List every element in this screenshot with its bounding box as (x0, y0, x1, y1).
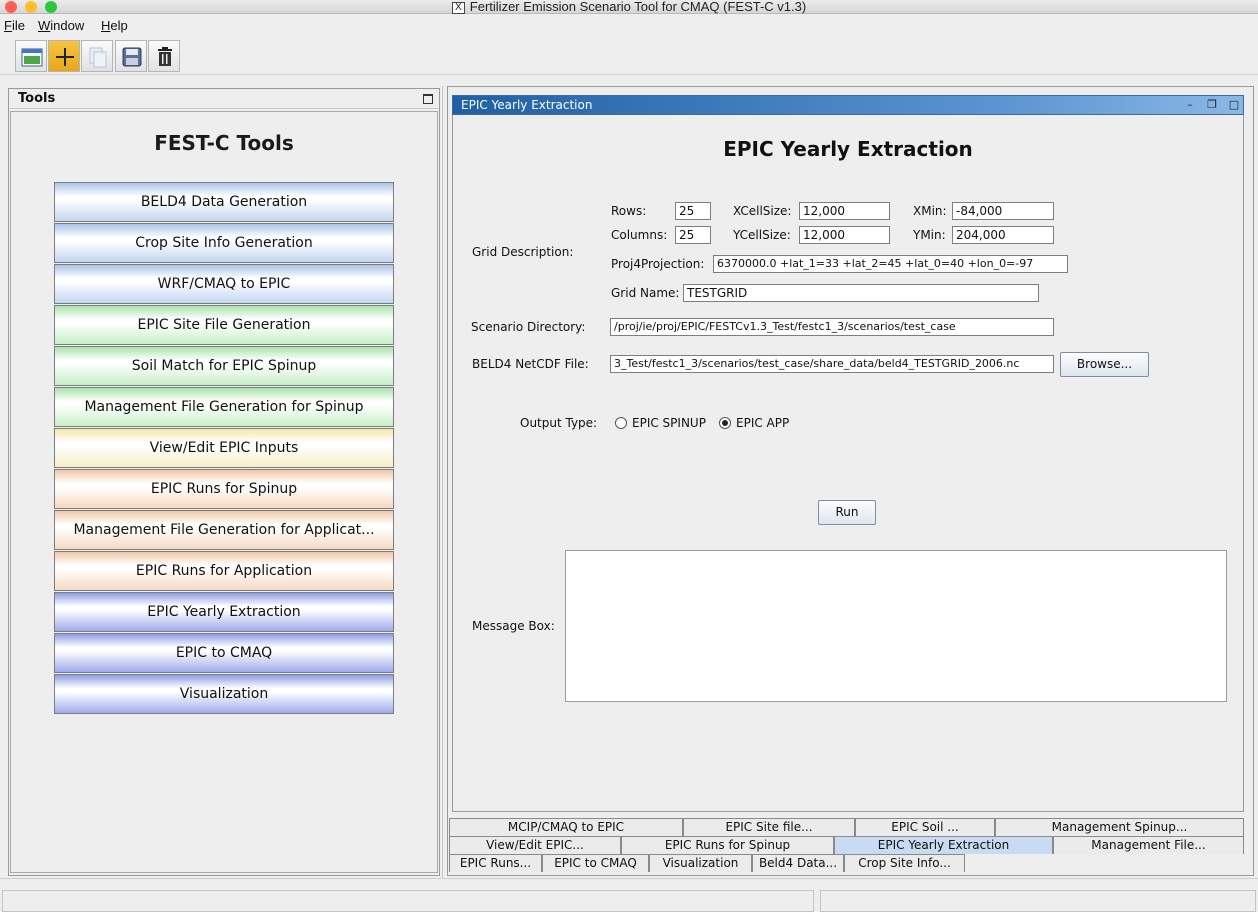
tool-button-epic-yearly-extraction[interactable]: EPIC Yearly Extraction (54, 592, 394, 632)
status-bar-border (0, 878, 1258, 879)
tool-button-wrf-cmaq-to-epic[interactable]: WRF/CMAQ to EPIC (54, 264, 394, 304)
radio-epic-app[interactable] (719, 417, 731, 429)
trash-icon (158, 47, 172, 66)
ycellsize-label: YCellSize: (733, 228, 791, 242)
app-icon: X (451, 1, 465, 14)
save-button[interactable] (115, 40, 147, 72)
internal-frame-title-bar: EPIC Yearly Extraction – ❐ □ (452, 95, 1244, 115)
tool-button-visualization[interactable]: Visualization (54, 674, 394, 714)
tool-button-epic-to-cmaq[interactable]: EPIC to CMAQ (54, 633, 394, 673)
output-type-label: Output Type: (520, 416, 598, 430)
tool-button-crop-site-info-generation[interactable]: Crop Site Info Generation (54, 223, 394, 263)
xmin-label: XMin: (913, 204, 947, 218)
radio-epic-app-label[interactable]: EPIC APP (736, 416, 789, 430)
ymin-field[interactable]: 204,000 (952, 226, 1054, 244)
tools-panel-title: Tools (18, 91, 56, 106)
delete-button[interactable] (148, 40, 180, 72)
radio-epic-spinup-label[interactable]: EPIC SPINUP (632, 416, 706, 430)
tool-button-beld4-data-generation[interactable]: BELD4 Data Generation (54, 182, 394, 222)
tool-button-epic-site-file-generation[interactable]: EPIC Site File Generation (54, 305, 394, 345)
tab-epic-runs-for-spinup[interactable]: EPIC Runs for Spinup (621, 836, 834, 854)
tools-heading: FEST-C Tools (154, 131, 294, 155)
scenario-directory-label: Scenario Directory: (471, 320, 586, 334)
copy-button[interactable] (81, 40, 113, 72)
radio-epic-spinup[interactable] (615, 417, 627, 429)
minimize-icon[interactable]: – (1183, 99, 1197, 112)
tab-mcip-cmaq-to-epic[interactable]: MCIP/CMAQ to EPIC (449, 818, 683, 836)
grid-name-field[interactable]: TESTGRID (683, 284, 1039, 302)
tab-management-spinup[interactable]: Management Spinup... (995, 818, 1244, 836)
tool-button-view-edit-epic-inputs[interactable]: View/Edit EPIC Inputs (54, 428, 394, 468)
restore-icon[interactable]: ❐ (1205, 99, 1219, 112)
open-icon (21, 48, 43, 67)
ycellsize-field[interactable]: 12,000 (799, 226, 890, 244)
window-title-bar: X Fertilizer Emission Scenario Tool for C… (0, 0, 1258, 14)
copy-icon (89, 47, 107, 68)
tool-button-management-file-generation-for-spinup[interactable]: Management File Generation for Spinup (54, 387, 394, 427)
xcellsize-label: XCellSize: (733, 204, 792, 218)
window-title-text: Fertilizer Emission Scenario Tool for CM… (469, 0, 807, 14)
message-box-label: Message Box: (472, 619, 555, 633)
browse-button[interactable]: Browse... (1060, 352, 1149, 377)
xmin-field[interactable]: -84,000 (952, 202, 1054, 220)
window-title: X Fertilizer Emission Scenario Tool for C… (0, 0, 1258, 14)
tab-view-edit-epic[interactable]: View/Edit EPIC... (449, 836, 621, 854)
save-icon (122, 47, 142, 67)
tools-panel-header: Tools (9, 89, 439, 109)
columns-label: Columns: (611, 228, 668, 242)
beld4-file-field[interactable]: 3_Test/festc1_3/scenarios/test_case/shar… (610, 355, 1054, 373)
tab-crop-site-info[interactable]: Crop Site Info... (844, 854, 965, 872)
internal-frame-title: EPIC Yearly Extraction (461, 98, 593, 112)
menu-file[interactable]: File (4, 18, 25, 33)
tab-management-file[interactable]: Management File... (1053, 836, 1244, 854)
tab-epic-site-file[interactable]: EPIC Site file... (683, 818, 855, 836)
tab-epic-to-cmaq[interactable]: EPIC to CMAQ (542, 854, 649, 872)
grid-description-label: Grid Description: (472, 245, 574, 259)
open-button[interactable] (15, 40, 47, 72)
grid-name-label: Grid Name: (611, 286, 680, 300)
tab-epic-yearly-extraction[interactable]: EPIC Yearly Extraction (834, 836, 1053, 854)
rows-label: Rows: (611, 204, 647, 218)
beld4-file-label: BELD4 NetCDF File: (472, 357, 589, 371)
scenario-directory-field[interactable]: /proj/ie/proj/EPIC/FESTCv1.3_Test/festc1… (610, 318, 1054, 336)
maximize-icon[interactable] (423, 94, 433, 104)
maximize-frame-icon[interactable]: □ (1227, 99, 1241, 112)
columns-field[interactable]: 25 (675, 226, 711, 244)
rows-field[interactable]: 25 (675, 202, 711, 220)
xcellsize-field[interactable]: 12,000 (799, 202, 890, 220)
tool-button-soil-match-for-epic-spinup[interactable]: Soil Match for EPIC Spinup (54, 346, 394, 386)
plus-icon (56, 48, 74, 66)
frame-heading: EPIC Yearly Extraction (723, 137, 973, 161)
tab-beld4-data[interactable]: Beld4 Data... (752, 854, 844, 872)
tool-button-epic-runs-for-spinup[interactable]: EPIC Runs for Spinup (54, 469, 394, 509)
ymin-label: YMin: (913, 228, 946, 242)
message-box[interactable] (565, 550, 1227, 702)
menu-help[interactable]: Help (101, 18, 128, 33)
menu-window[interactable]: Window (38, 18, 84, 33)
tab-visualization[interactable]: Visualization (649, 854, 752, 872)
tool-button-epic-runs-for-application[interactable]: EPIC Runs for Application (54, 551, 394, 591)
split-pane-divider[interactable] (442, 86, 446, 878)
run-button[interactable]: Run (818, 500, 876, 525)
new-button[interactable] (48, 40, 80, 72)
proj4-label: Proj4Projection: (611, 257, 705, 271)
tab-epic-runs[interactable]: EPIC Runs... (449, 854, 542, 872)
proj4-field[interactable]: 6370000.0 +lat_1=33 +lat_2=45 +lat_0=40 … (713, 255, 1068, 273)
tool-button-management-file-generation-for-applicat[interactable]: Management File Generation for Applicat.… (54, 510, 394, 550)
tab-epic-soil[interactable]: EPIC Soil ... (855, 818, 995, 836)
toolbar-separator (0, 74, 1258, 76)
menubar: File Window Help (0, 16, 1258, 36)
